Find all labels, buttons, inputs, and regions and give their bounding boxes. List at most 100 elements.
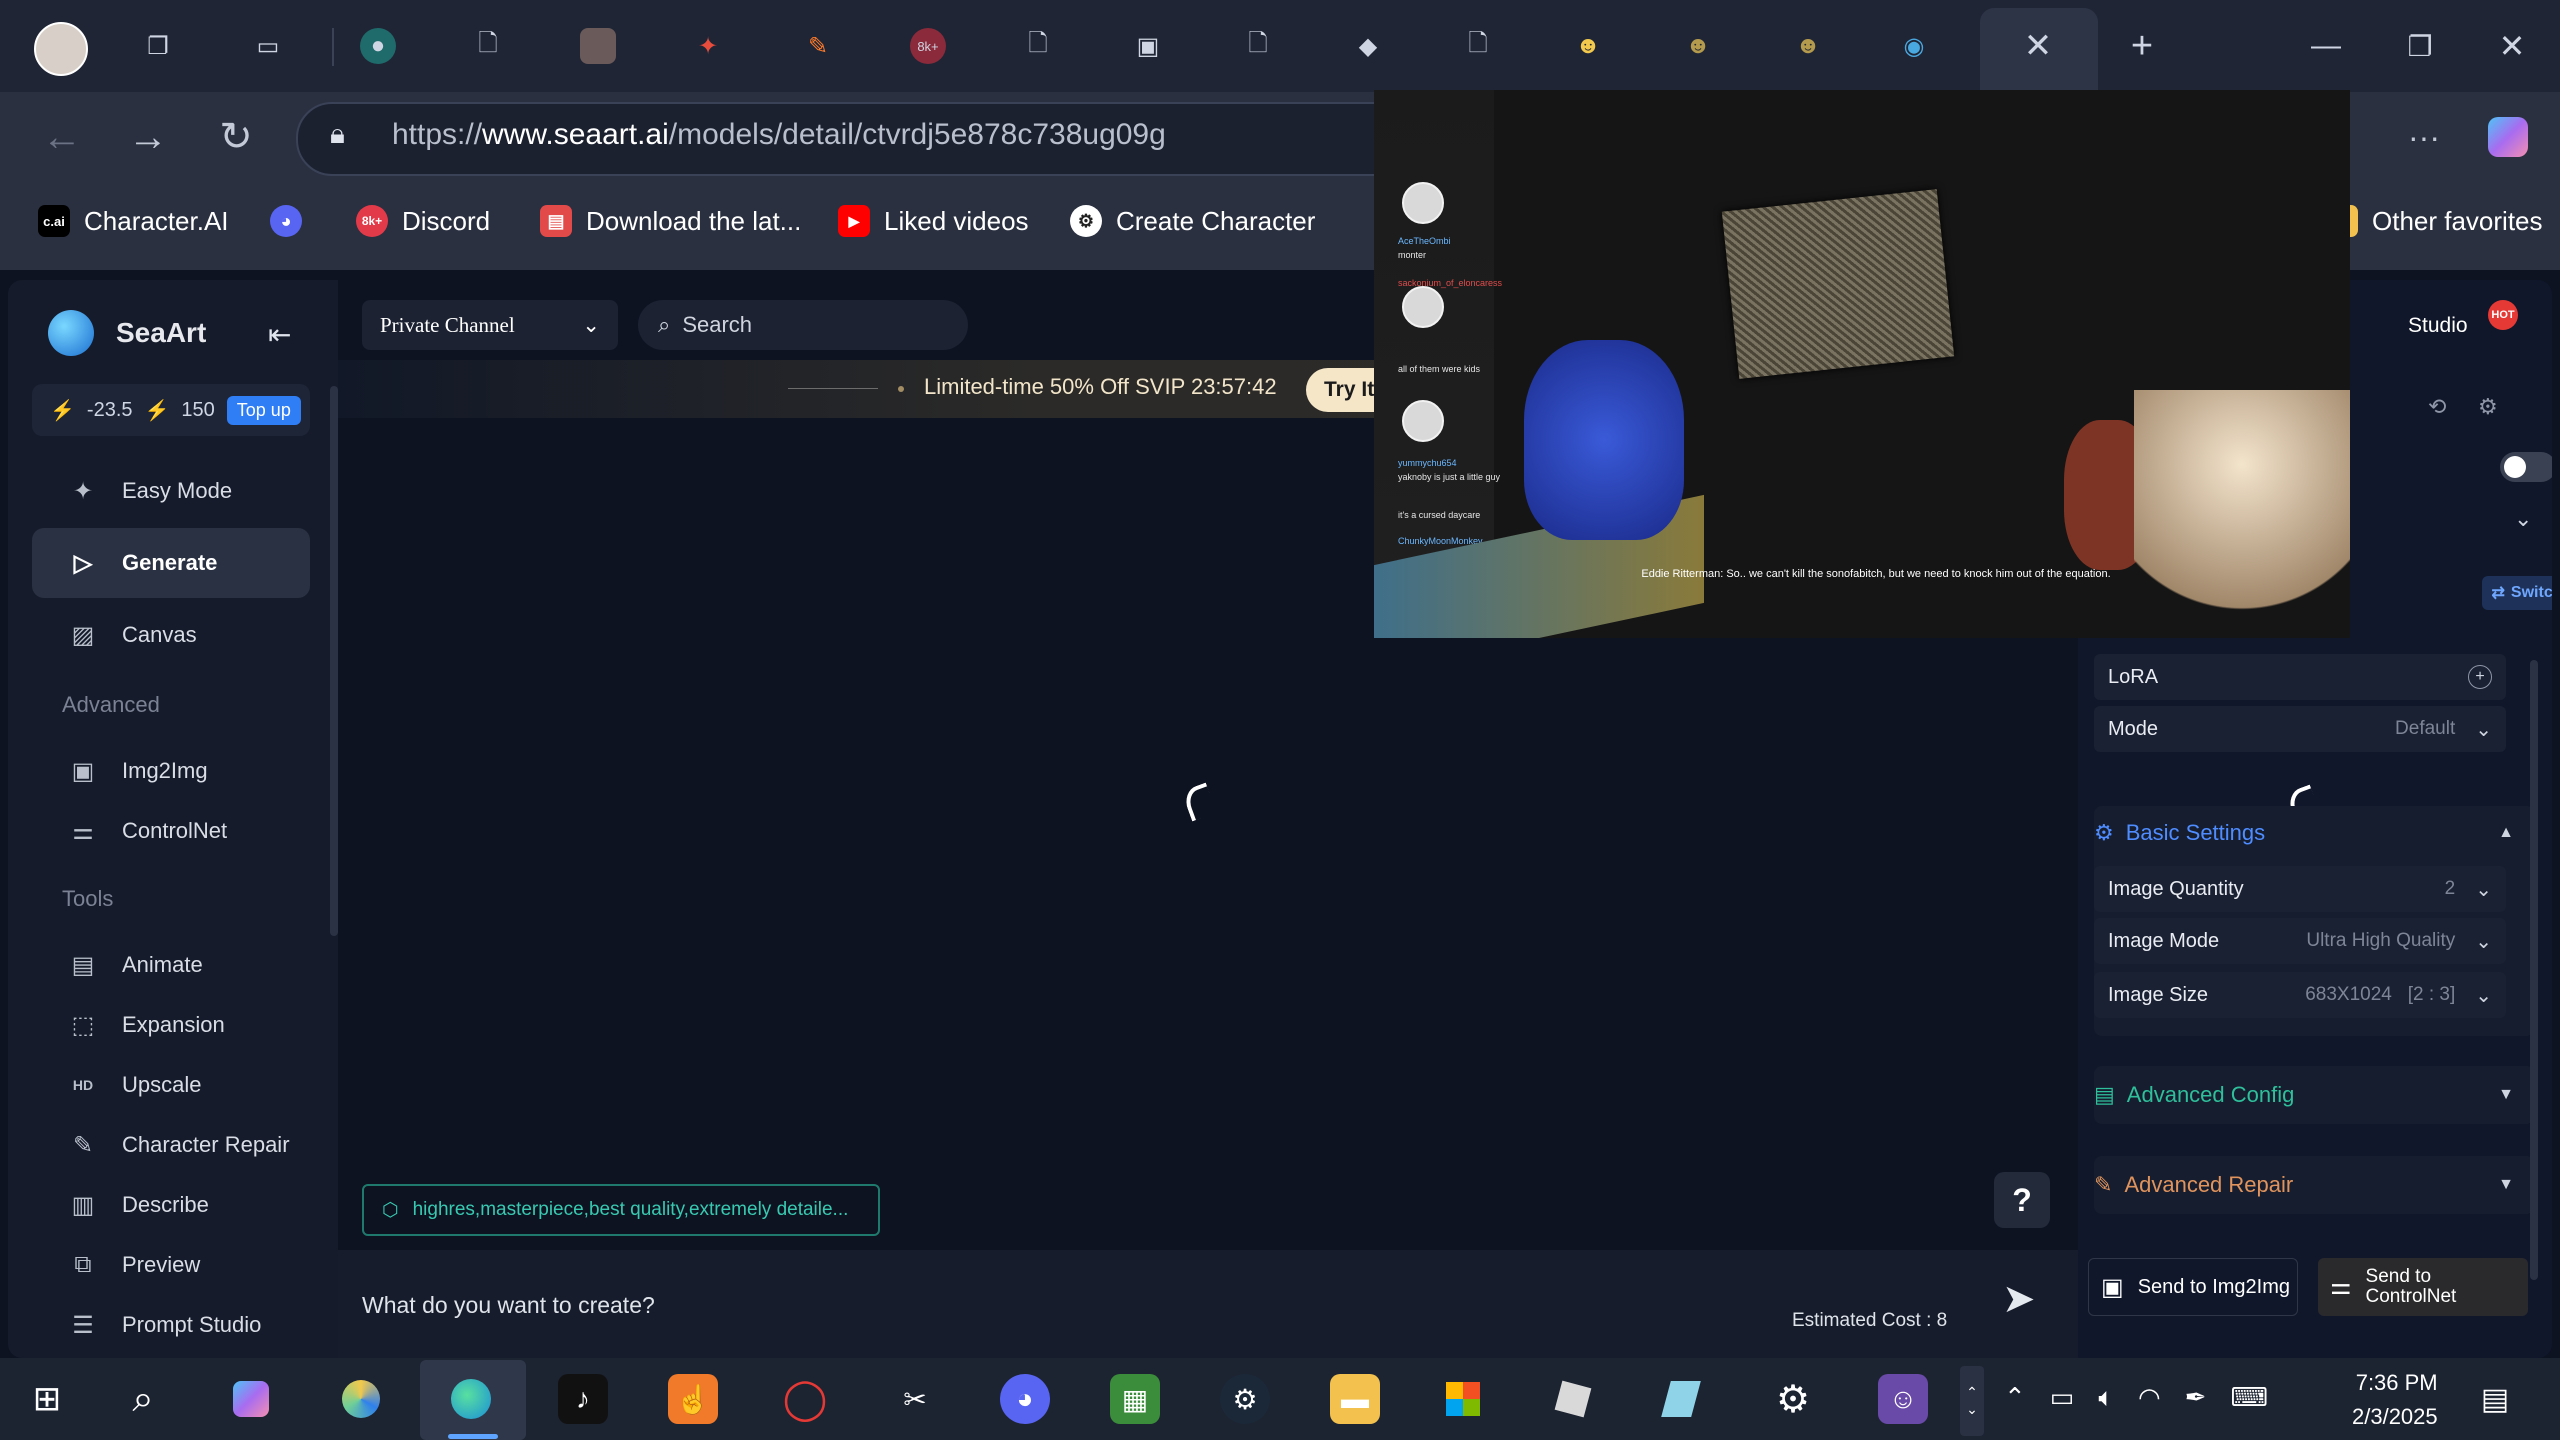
tab-14[interactable]: ☻ — [1790, 18, 1826, 74]
workspaces-icon[interactable]: ❐ — [140, 18, 176, 74]
fav-discord-icon[interactable]: ◕ — [270, 205, 302, 237]
sidebar-item-easy-mode[interactable]: ✦ Easy Mode — [32, 456, 310, 526]
prompt-placeholder[interactable]: What do you want to create? — [362, 1292, 655, 1319]
forward-icon[interactable]: → — [120, 112, 176, 162]
book-icon: ▥ — [71, 1191, 95, 1219]
lora-row[interactable]: LoRA + — [2094, 654, 2506, 700]
switch-button[interactable]: ⇄Switch — [2482, 576, 2552, 610]
sidebar-item-generate[interactable]: ▷ Generate — [32, 528, 310, 598]
fav-other-favorites[interactable]: Other favorites — [2340, 205, 2543, 237]
close-window-icon[interactable]: ✕ — [2494, 18, 2530, 74]
taskbar-scroll-icon[interactable]: ⌃ ⌄ — [1960, 1366, 1984, 1436]
send-to-img2img-button[interactable]: ▣ Send to Img2Img — [2088, 1258, 2298, 1316]
steam-icon[interactable]: ⚙ — [1220, 1374, 1270, 1424]
estimated-cost: Estimated Cost : 8 — [1792, 1310, 1948, 1331]
prompt-tags[interactable]: ⬡ highres,masterpiece,best quality,extre… — [362, 1184, 880, 1236]
send-to-controlnet-button[interactable]: ⚌ Send to ControlNet — [2318, 1258, 2528, 1316]
opera-icon[interactable]: ◯ — [780, 1374, 830, 1424]
clock[interactable]: 7:36 PM 2/3/2025 — [2352, 1366, 2438, 1434]
restore-icon[interactable]: ❐ — [2402, 18, 2438, 74]
fav-discord[interactable]: 8k+ Discord — [356, 205, 490, 237]
search-icon[interactable]: ⌕ — [118, 1374, 168, 1424]
video-overlay[interactable]: AceTheOmbi monter sackonium_of_eloncares… — [1374, 90, 2350, 638]
help-button[interactable]: ? — [1994, 1172, 2050, 1228]
start-icon[interactable]: ⊞ — [22, 1374, 72, 1424]
tab-11[interactable]: 🗋 — [1460, 18, 1496, 74]
app-icon[interactable]: ☝ — [668, 1374, 718, 1424]
battery-icon[interactable]: ▭ — [2050, 1382, 2075, 1414]
keyboard-icon[interactable]: ⌨ — [2230, 1382, 2268, 1414]
lock-icon[interactable]: 🔒︎ — [330, 118, 345, 151]
sidebar-item-canvas[interactable]: ▨ Canvas — [32, 600, 310, 670]
search-input[interactable]: ⌕ Search — [638, 300, 968, 350]
tab-8[interactable]: ▣ — [1130, 18, 1166, 74]
channel-select[interactable]: Private Channel ⌄ — [362, 300, 618, 350]
settings-scrollbar[interactable] — [2530, 660, 2538, 1280]
send-icon[interactable]: ➤ — [2002, 1276, 2036, 1322]
image-quantity-row[interactable]: Image Quantity 2 ⌄ — [2094, 866, 2506, 912]
tab-actions-icon[interactable]: ▭ — [250, 18, 286, 74]
chevron-up-icon[interactable]: ⌃ — [2004, 1382, 2026, 1414]
tab-5[interactable]: ✎ — [800, 18, 836, 74]
advanced-config-header[interactable]: ▤ Advanced Config ▼ — [2094, 1082, 2514, 1108]
url-text[interactable]: https://www.seaart.ai/models/detail/ctvr… — [392, 118, 1166, 152]
tab-10[interactable]: ◆ — [1350, 18, 1386, 74]
add-lora-icon[interactable]: + — [2468, 665, 2492, 689]
sidebar-item-prompt-studio[interactable]: ☰ Prompt Studio — [32, 1290, 310, 1358]
brand[interactable]: SeaArt — [48, 310, 206, 356]
fav-download[interactable]: ▤ Download the lat... — [540, 205, 801, 237]
tab-13[interactable]: ☻ — [1680, 18, 1716, 74]
more-menu-icon[interactable]: ··· — [2396, 112, 2452, 162]
copilot-icon[interactable] — [2480, 112, 2536, 162]
collapse-sidebar-icon[interactable]: ⇤ — [268, 318, 291, 351]
studio-link[interactable]: Studio — [2408, 314, 2468, 338]
image-mode-row[interactable]: Image Mode Ultra High Quality ⌄ — [2094, 918, 2506, 964]
tab-7[interactable]: 🗋 — [1020, 18, 1056, 74]
tiktok-icon[interactable]: ♪ — [558, 1374, 608, 1424]
basic-settings-header[interactable]: ⚙ Basic Settings ▲ — [2094, 820, 2514, 846]
gear-icon[interactable]: ⚙ — [2478, 394, 2498, 420]
pen-icon[interactable]: ✒ — [2185, 1382, 2207, 1414]
notifications-icon[interactable]: ▤ — [2470, 1374, 2520, 1424]
paint-icon[interactable]: ✂ — [890, 1374, 940, 1424]
sidebar-item-controlnet[interactable]: ⚌ ControlNet — [32, 796, 310, 866]
topup-button[interactable]: Top up — [226, 395, 301, 425]
tab-9[interactable]: 🗋 — [1240, 18, 1276, 74]
tab-2[interactable]: 🗋 — [470, 18, 506, 74]
volume-icon[interactable]: 🔈︎ — [2098, 1382, 2114, 1414]
store-icon[interactable] — [1438, 1374, 1488, 1424]
tab-3[interactable] — [580, 18, 616, 74]
copilot-icon[interactable] — [226, 1374, 276, 1424]
fav-character-ai[interactable]: c.ai Character.AI — [38, 205, 229, 237]
game-icon[interactable]: ☺ — [1878, 1374, 1928, 1424]
minecraft-icon[interactable]: ▦ — [1110, 1374, 1160, 1424]
folder-icon[interactable]: ▬ — [1330, 1374, 1380, 1424]
tab-1[interactable]: ● — [360, 18, 396, 74]
mode-row[interactable]: Mode Default ⌄ — [2094, 706, 2506, 752]
wifi-icon[interactable]: ◠ — [2138, 1382, 2161, 1414]
chevron-down-icon[interactable]: ⌄ — [2514, 506, 2532, 532]
roblox-icon[interactable] — [1548, 1374, 1598, 1424]
edge-icon[interactable] — [446, 1374, 496, 1424]
tab-15[interactable]: ◉ — [1896, 18, 1932, 74]
discord-icon[interactable]: ◕ — [1000, 1374, 1050, 1424]
tab-4[interactable]: ✦ — [690, 18, 726, 74]
refresh-icon[interactable]: ⟲ — [2428, 394, 2446, 420]
app2-icon[interactable] — [1656, 1374, 1706, 1424]
toggle-knob — [2504, 456, 2526, 478]
tab-6[interactable]: 8k+ — [910, 18, 946, 74]
close-tab-icon[interactable]: ✕ — [2020, 18, 2056, 74]
minimize-icon[interactable]: — — [2308, 18, 2344, 74]
profile-avatar[interactable] — [34, 22, 88, 76]
new-tab-icon[interactable]: + — [2124, 18, 2160, 74]
refresh-icon[interactable]: ↻ — [208, 112, 264, 162]
back-icon[interactable]: ← — [34, 112, 90, 162]
tab-12[interactable]: ☻ — [1570, 18, 1606, 74]
advanced-repair-header[interactable]: ✎ Advanced Repair ▼ — [2094, 1172, 2514, 1198]
image-size-row[interactable]: Image Size 683X1024 [2 : 3] ⌄ — [2094, 972, 2506, 1018]
settings-gear-icon[interactable]: ⚙ — [1768, 1374, 1818, 1424]
fav-liked-videos[interactable]: ▶ Liked videos — [838, 205, 1029, 237]
pinwheel-icon[interactable] — [336, 1374, 386, 1424]
sidebar-scrollbar[interactable] — [330, 386, 338, 936]
fav-create-character[interactable]: ⚙ Create Character — [1070, 205, 1315, 237]
